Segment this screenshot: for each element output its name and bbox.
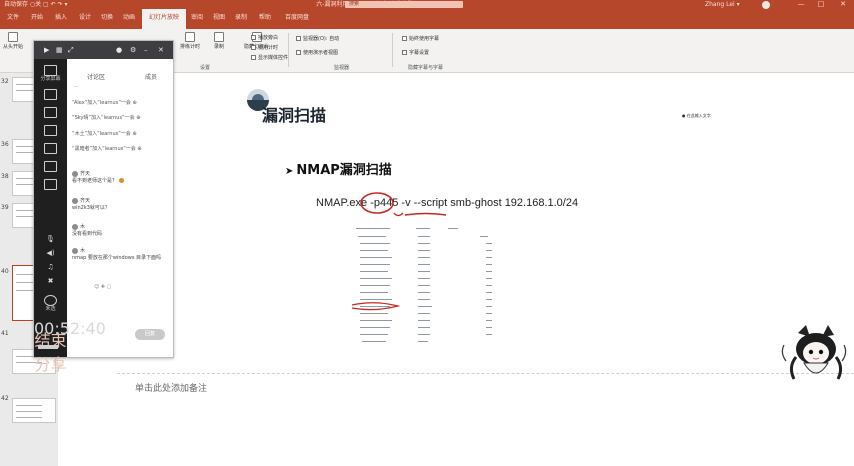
reply-button[interactable]: 回复 <box>135 329 165 340</box>
sidebar-button[interactable] <box>34 107 67 118</box>
chat-window-titlebar[interactable]: ▶ ▦ ⤢ ● ⚙ – ✕ <box>34 41 173 59</box>
share-screen-icon <box>44 65 57 76</box>
meeting-chat-window[interactable]: ▶ ▦ ⤢ ● ⚙ – ✕ 分享屏幕 🎙 ◀) ♫ ✖ 禾选 00:52:40 … <box>33 40 174 374</box>
system-message: “黑暗者”加入“learnus”一会 ⊕ <box>72 146 142 152</box>
emoji-icon <box>118 178 124 183</box>
resize-handle[interactable] <box>38 345 58 349</box>
close-icon[interactable]: ✕ <box>158 44 164 56</box>
system-message: “Alex”加入“learnus”一会 ⊕ <box>72 100 137 106</box>
sidebar-button[interactable] <box>34 161 67 172</box>
tab-members[interactable]: 成员 <box>145 72 157 81</box>
window-icon <box>44 89 57 100</box>
chat-tabs: 讨论区 成员 <box>67 59 173 81</box>
settings-icon[interactable]: ⚙ <box>130 44 136 56</box>
sidebar-button[interactable] <box>34 89 67 100</box>
system-message: “木土”加入“learnus”一会 ⊕ <box>72 131 137 137</box>
tab-discussion[interactable]: 讨论区 <box>87 72 105 81</box>
target-icon <box>44 143 57 154</box>
message-action-icons[interactable]: ☺ ✚ ▢ <box>94 284 111 290</box>
chat-scroll-header: — <box>74 84 78 89</box>
user-avatar <box>72 247 78 254</box>
video-icon[interactable]: ▶ <box>44 44 49 56</box>
chat-icon <box>44 179 57 190</box>
notes-pane[interactable]: 单击此处添加备注 <box>117 373 854 466</box>
stop-sharing-button[interactable]: 结束分享 <box>34 327 67 375</box>
sidebar-button[interactable] <box>34 125 67 136</box>
tools-icon[interactable]: ✖ <box>34 277 67 285</box>
expand-icon[interactable]: ⤢ <box>68 44 74 56</box>
user-avatar <box>72 223 78 230</box>
minimize-icon[interactable]: – <box>144 44 148 56</box>
camera-icon <box>44 125 57 136</box>
chat-message: 木 nmap 要放在那个windows 目录下面吗 <box>72 247 162 261</box>
mic-icon[interactable]: ● <box>116 44 122 56</box>
sidebar-button[interactable] <box>34 179 67 190</box>
system-message: “Sky晴”加入“learnus”一会 ⊕ <box>72 115 141 121</box>
music-icon[interactable]: ♫ <box>34 263 67 271</box>
chat-sidebar: 分享屏幕 🎙 ◀) ♫ ✖ 禾选 00:52:40 结束分享 <box>34 59 106 374</box>
grid-icon[interactable]: ▦ <box>56 44 63 56</box>
volume-icon[interactable]: ◀) <box>34 249 67 257</box>
presenter-avatar[interactable]: 禾选 <box>34 295 67 313</box>
anime-mascot-sticker <box>781 325 847 380</box>
user-avatar <box>72 170 78 177</box>
chat-message: 齐天 win2k3就可以？ <box>72 197 110 211</box>
layout-icon <box>44 107 57 118</box>
sidebar-button[interactable] <box>34 143 67 154</box>
share-screen-button[interactable]: 分享屏幕 <box>34 65 67 83</box>
chat-message: 木 没有看到代码 <box>72 223 103 237</box>
avatar-icon <box>44 295 57 306</box>
chat-message: 齐天 看不到老师这个是？ <box>72 170 124 184</box>
notes-placeholder[interactable]: 单击此处添加备注 <box>135 381 207 394</box>
people-icon <box>44 161 57 172</box>
mic-icon[interactable]: 🎙 <box>34 235 67 243</box>
user-avatar <box>72 197 78 204</box>
